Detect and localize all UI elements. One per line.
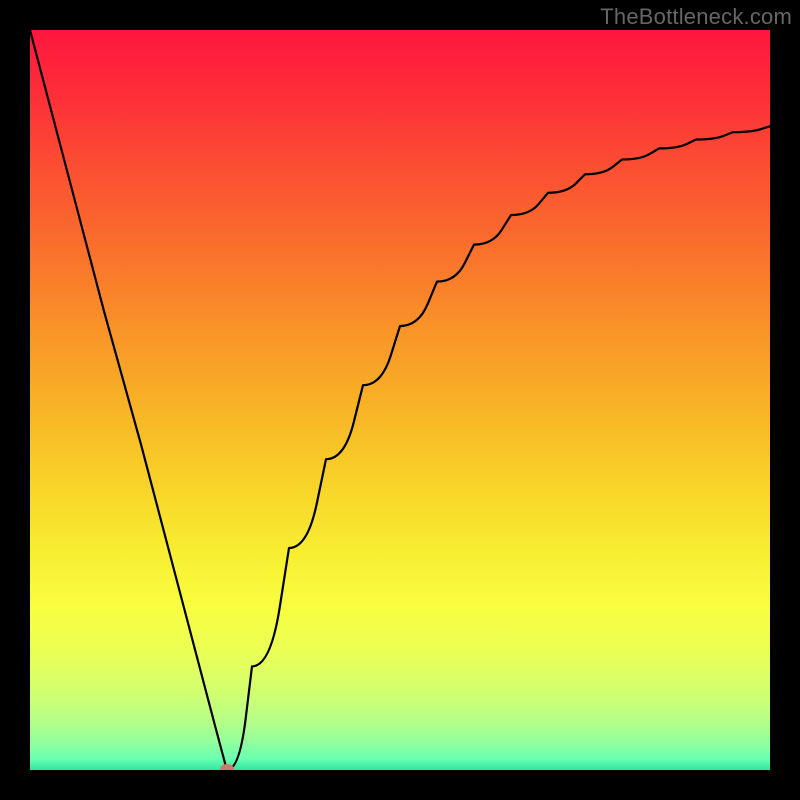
chart-frame: TheBottleneck.com (0, 0, 800, 800)
minimum-marker (220, 764, 234, 770)
bottleneck-curve (30, 30, 770, 770)
watermark-text: TheBottleneck.com (600, 4, 792, 30)
plot-area (30, 30, 770, 770)
